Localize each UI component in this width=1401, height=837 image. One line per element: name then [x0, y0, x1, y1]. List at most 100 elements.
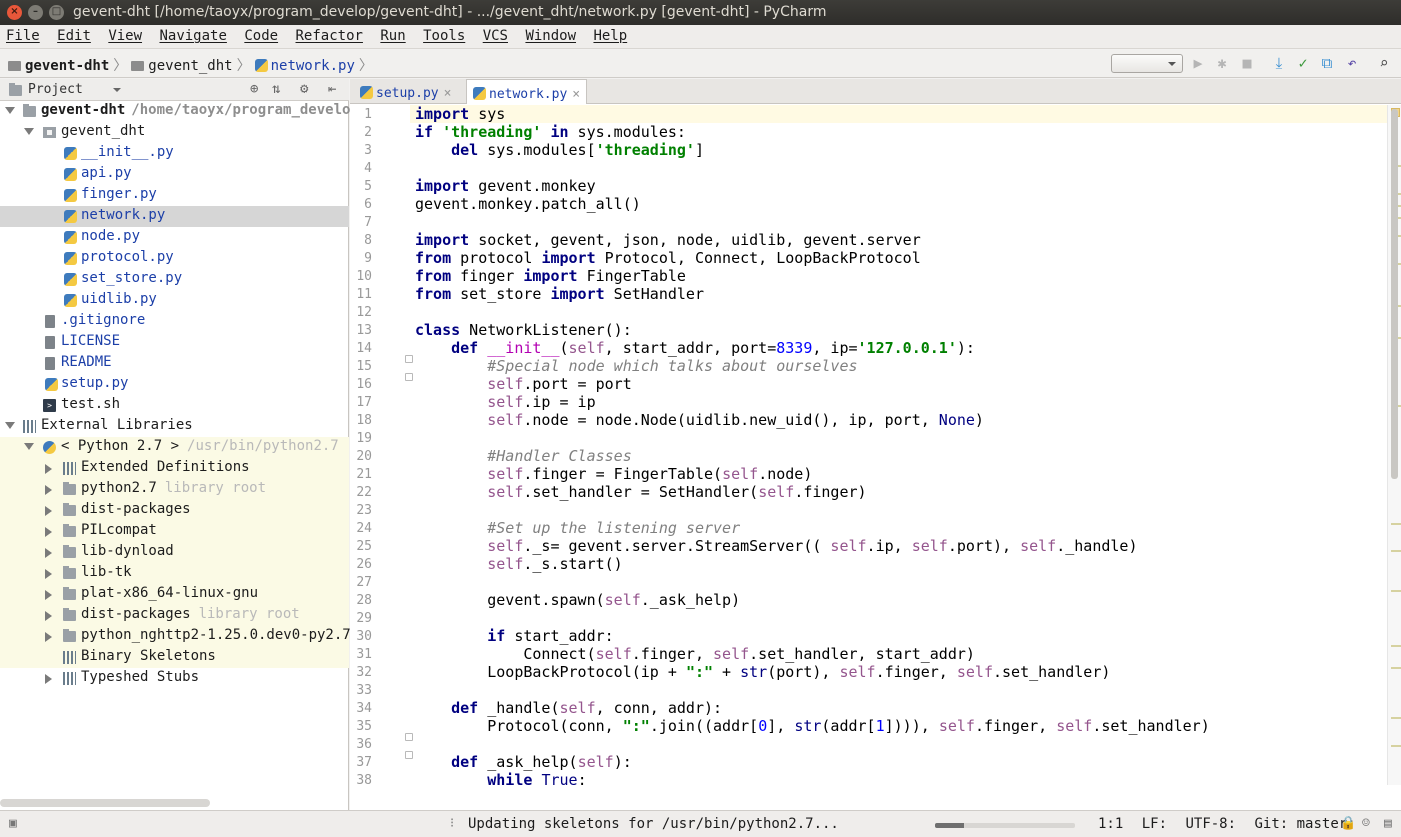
fold-marker-icon[interactable]: [405, 373, 413, 381]
chevron-right-icon[interactable]: [45, 590, 52, 600]
chevron-right-icon[interactable]: [45, 506, 52, 516]
maximize-window-button[interactable]: □: [49, 5, 64, 20]
tree-item-external-libraries[interactable]: External Libraries: [0, 416, 349, 437]
project-view-selector[interactable]: Project: [28, 82, 83, 97]
menu-file[interactable]: File: [6, 25, 40, 44]
chevron-right-icon[interactable]: [45, 464, 52, 474]
gear-icon[interactable]: ⚙: [300, 81, 308, 97]
menu-refactor[interactable]: Refactor: [296, 25, 363, 44]
menu-run[interactable]: Run: [380, 25, 405, 44]
chevron-down-icon[interactable]: [24, 443, 34, 450]
chevron-right-icon[interactable]: [45, 611, 52, 621]
tree-item-library[interactable]: Extended Definitions: [0, 458, 349, 479]
tree-item-library[interactable]: Typeshed Stubs: [0, 668, 349, 689]
breadcrumb-file[interactable]: network.py: [271, 58, 355, 74]
chevron-right-icon[interactable]: [45, 632, 52, 642]
folder-icon: [63, 545, 76, 558]
menu-window[interactable]: Window: [525, 25, 576, 44]
tree-item-file[interactable]: > test.sh: [0, 395, 349, 416]
menu-vcs[interactable]: VCS: [483, 25, 508, 44]
line-separator[interactable]: LF:: [1142, 816, 1167, 832]
inspector-icon[interactable]: ☺: [1362, 816, 1370, 831]
chevron-down-icon[interactable]: [113, 88, 121, 96]
tree-item-file[interactable]: api.py: [0, 164, 349, 185]
tree-item-library[interactable]: lib-tk: [0, 563, 349, 584]
toggle-tool-windows-icon[interactable]: ▣: [9, 816, 17, 831]
tab-network-py[interactable]: network.py ×: [466, 79, 588, 104]
line-number: 6: [364, 197, 372, 212]
breadcrumb-root[interactable]: gevent-dht: [25, 58, 109, 74]
vcs-compare-icon[interactable]: ⧉: [1318, 54, 1336, 72]
tree-item-library[interactable]: plat-x86_64-linux-gnu: [0, 584, 349, 605]
tree-item-file[interactable]: set_store.py: [0, 269, 349, 290]
tree-item-file-selected[interactable]: network.py: [0, 206, 349, 227]
vcs-update-icon[interactable]: ⤓: [1270, 54, 1288, 72]
tree-item-file[interactable]: .gitignore: [0, 311, 349, 332]
revert-icon[interactable]: ↶: [1343, 54, 1361, 72]
fold-marker-icon[interactable]: [405, 355, 413, 363]
close-icon[interactable]: ×: [444, 86, 452, 101]
minimize-window-button[interactable]: –: [28, 5, 43, 20]
debug-icon[interactable]: ✱: [1213, 54, 1231, 72]
code-editor[interactable]: 1 2 3 4 5 6 7 8 9 10 11 12 13 14 15 16 17 18 19 20 21 22 23 24 2…: [350, 105, 1401, 785]
tree-item-root[interactable]: gevent-dht/home/taoyx/program_develo: [0, 101, 350, 122]
line-number: 3: [364, 143, 372, 158]
tree-item-library[interactable]: PILcompat: [0, 521, 349, 542]
tree-item-file[interactable]: uidlib.py: [0, 290, 349, 311]
tree-item-file[interactable]: __init__.py: [0, 143, 349, 164]
stripe-mark: [1391, 717, 1401, 719]
collapse-all-icon[interactable]: ⇅: [272, 81, 280, 97]
menu-code[interactable]: Code: [244, 25, 278, 44]
menu-view[interactable]: View: [108, 25, 142, 44]
chevron-down-icon[interactable]: [5, 107, 15, 114]
chevron-down-icon[interactable]: [5, 422, 15, 429]
event-log-icon[interactable]: ▤: [1384, 816, 1392, 831]
caret-position[interactable]: 1:1: [1098, 816, 1123, 832]
stop-icon[interactable]: ■: [1238, 54, 1256, 72]
tree-item-file[interactable]: README: [0, 353, 349, 374]
tree-item-file[interactable]: LICENSE: [0, 332, 349, 353]
tree-item-file[interactable]: protocol.py: [0, 248, 349, 269]
tree-item-package[interactable]: gevent_dht: [0, 122, 349, 143]
tree-item-library[interactable]: python2.7 library root: [0, 479, 349, 500]
tree-item-library[interactable]: dist-packages library root: [0, 605, 349, 626]
tab-setup-py[interactable]: setup.py ×: [354, 79, 457, 104]
menu-help[interactable]: Help: [593, 25, 627, 44]
tree-item-library[interactable]: dist-packages: [0, 500, 349, 521]
tree-item-library[interactable]: Binary Skeletons: [0, 647, 349, 668]
run-configuration-select[interactable]: [1111, 54, 1183, 73]
tree-label: set_store.py: [81, 270, 183, 286]
close-icon[interactable]: ×: [572, 87, 580, 102]
tree-item-library[interactable]: python_nghttp2-1.25.0.dev0-py2.7-l: [0, 626, 368, 647]
tree-item-file[interactable]: setup.py: [0, 374, 349, 395]
breadcrumb-package[interactable]: gevent_dht: [148, 58, 232, 74]
run-icon[interactable]: ▶: [1189, 54, 1207, 72]
fold-marker-icon[interactable]: [405, 751, 413, 759]
tree-item-file[interactable]: finger.py: [0, 185, 349, 206]
chevron-down-icon[interactable]: [24, 128, 34, 135]
vertical-scrollbar[interactable]: [1391, 109, 1398, 479]
chevron-right-icon[interactable]: [45, 527, 52, 537]
close-window-button[interactable]: ×: [7, 5, 22, 20]
scroll-from-source-icon[interactable]: ⊕: [250, 81, 258, 97]
vcs-commit-icon[interactable]: ✓: [1294, 54, 1312, 72]
tree-item-file[interactable]: node.py: [0, 227, 349, 248]
menu-tools[interactable]: Tools: [423, 25, 465, 44]
project-panel-header: Project ⊕ ⇅ ⚙ ⇤: [0, 79, 349, 101]
folder-icon: [131, 61, 145, 71]
lock-icon[interactable]: 🔒: [1340, 816, 1356, 831]
tree-item-library[interactable]: lib-dynload: [0, 542, 349, 563]
tree-item-sdk[interactable]: < Python 2.7 >/usr/bin/python2.7: [0, 437, 349, 458]
chevron-right-icon[interactable]: [45, 569, 52, 579]
chevron-right-icon[interactable]: [45, 485, 52, 495]
chevron-right-icon[interactable]: [45, 548, 52, 558]
hide-panel-icon[interactable]: ⇤: [328, 81, 336, 97]
menu-edit[interactable]: Edit: [57, 25, 91, 44]
menu-navigate[interactable]: Navigate: [159, 25, 226, 44]
search-icon[interactable]: ⌕: [1375, 54, 1393, 72]
tree-label: dist-packages: [81, 501, 191, 517]
file-encoding[interactable]: UTF-8:: [1185, 816, 1236, 832]
horizontal-scrollbar[interactable]: [0, 799, 210, 807]
chevron-right-icon[interactable]: [45, 674, 52, 684]
fold-marker-icon[interactable]: [405, 733, 413, 741]
